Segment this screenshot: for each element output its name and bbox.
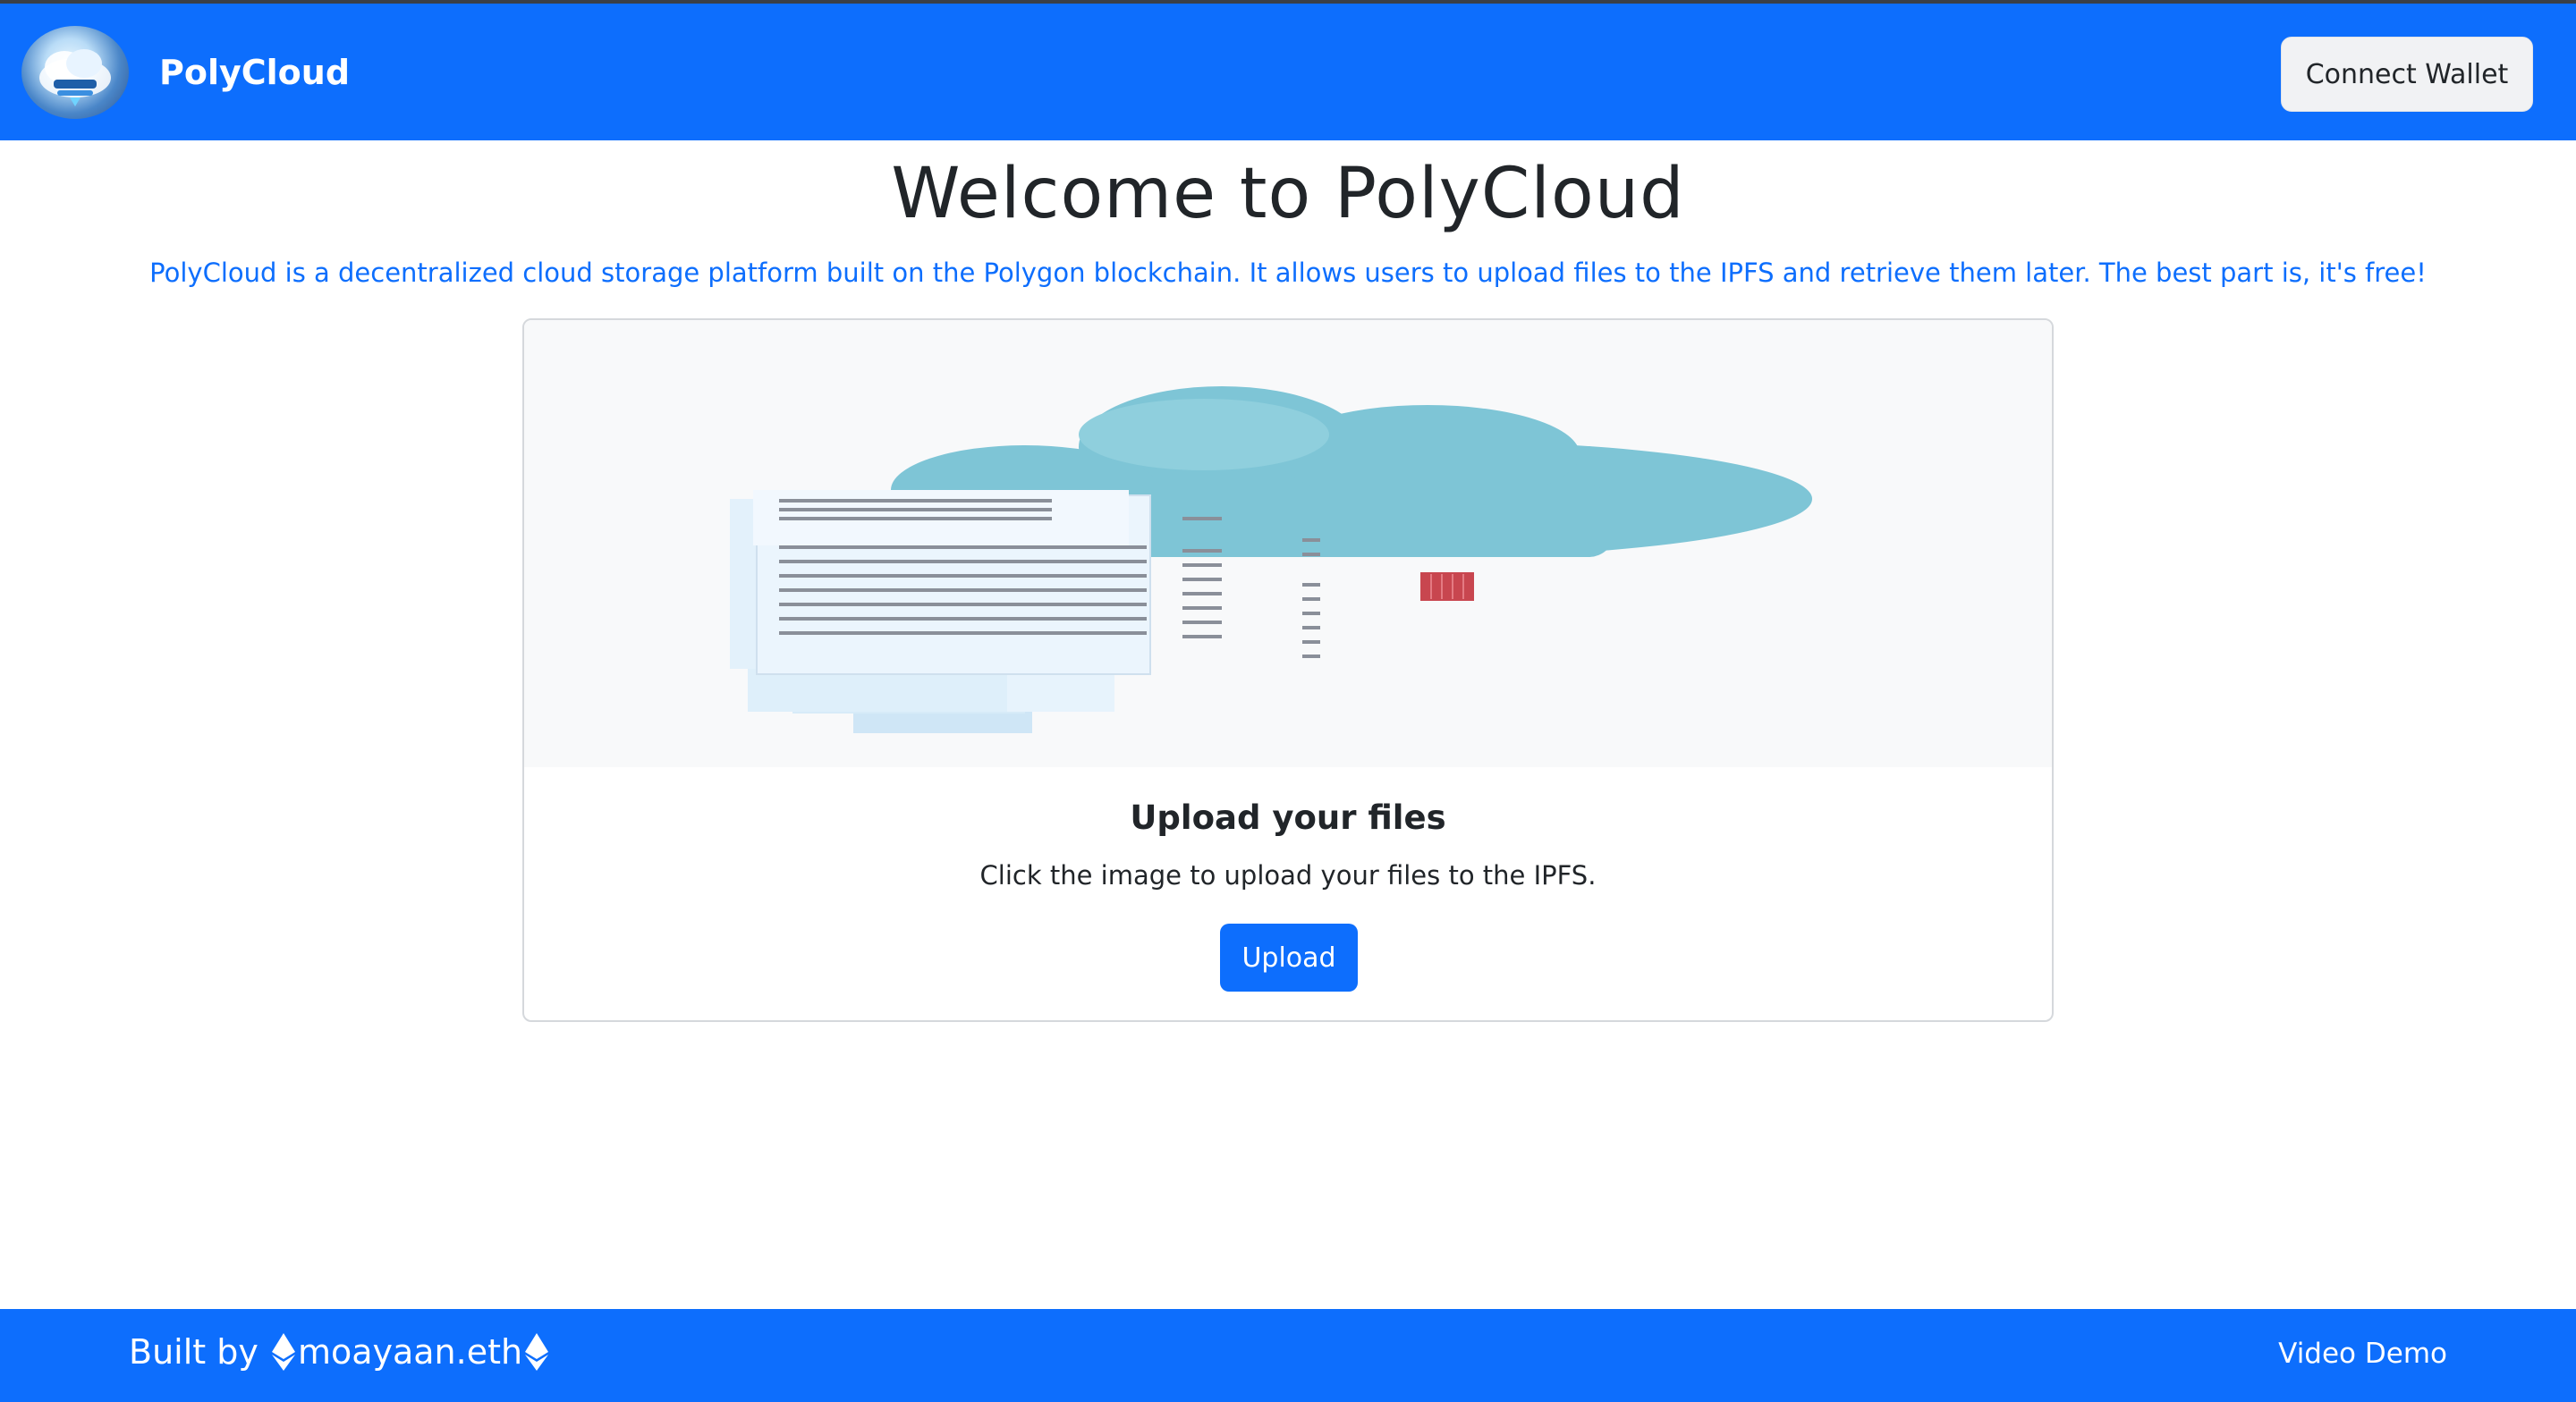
brand-link[interactable]: PolyCloud — [21, 25, 351, 119]
ethereum-icon — [525, 1333, 549, 1371]
cloud-files-illustration[interactable] — [524, 320, 2052, 767]
top-navbar: PolyCloud Connect Wallet — [0, 0, 2576, 140]
page: PolyCloud Connect Wallet Welcome to Poly… — [0, 0, 2576, 1402]
video-demo-link[interactable]: Video Demo — [2278, 1338, 2447, 1370]
card-title: Upload your files — [1130, 798, 1446, 837]
upload-button[interactable]: Upload — [1220, 924, 1358, 992]
built-by-credit: Built by moayaan.eth — [129, 1332, 551, 1372]
page-title: Welcome to PolyCloud — [891, 154, 1685, 234]
upload-card: Upload your files Click the image to upl… — [522, 318, 2054, 1022]
connect-wallet-button[interactable]: Connect Wallet — [2281, 37, 2533, 112]
brand-name: PolyCloud — [159, 52, 351, 92]
polycloud-logo-icon — [21, 25, 129, 119]
page-subtitle: PolyCloud is a decentralized cloud stora… — [149, 258, 2427, 288]
built-by-label: Built by — [129, 1332, 269, 1372]
footer: Built by moayaan.eth Video Demo — [0, 1309, 2576, 1402]
ethereum-icon — [271, 1333, 295, 1371]
author-link[interactable]: moayaan.eth — [298, 1332, 522, 1372]
card-text: Click the image to upload your files to … — [979, 860, 1597, 891]
